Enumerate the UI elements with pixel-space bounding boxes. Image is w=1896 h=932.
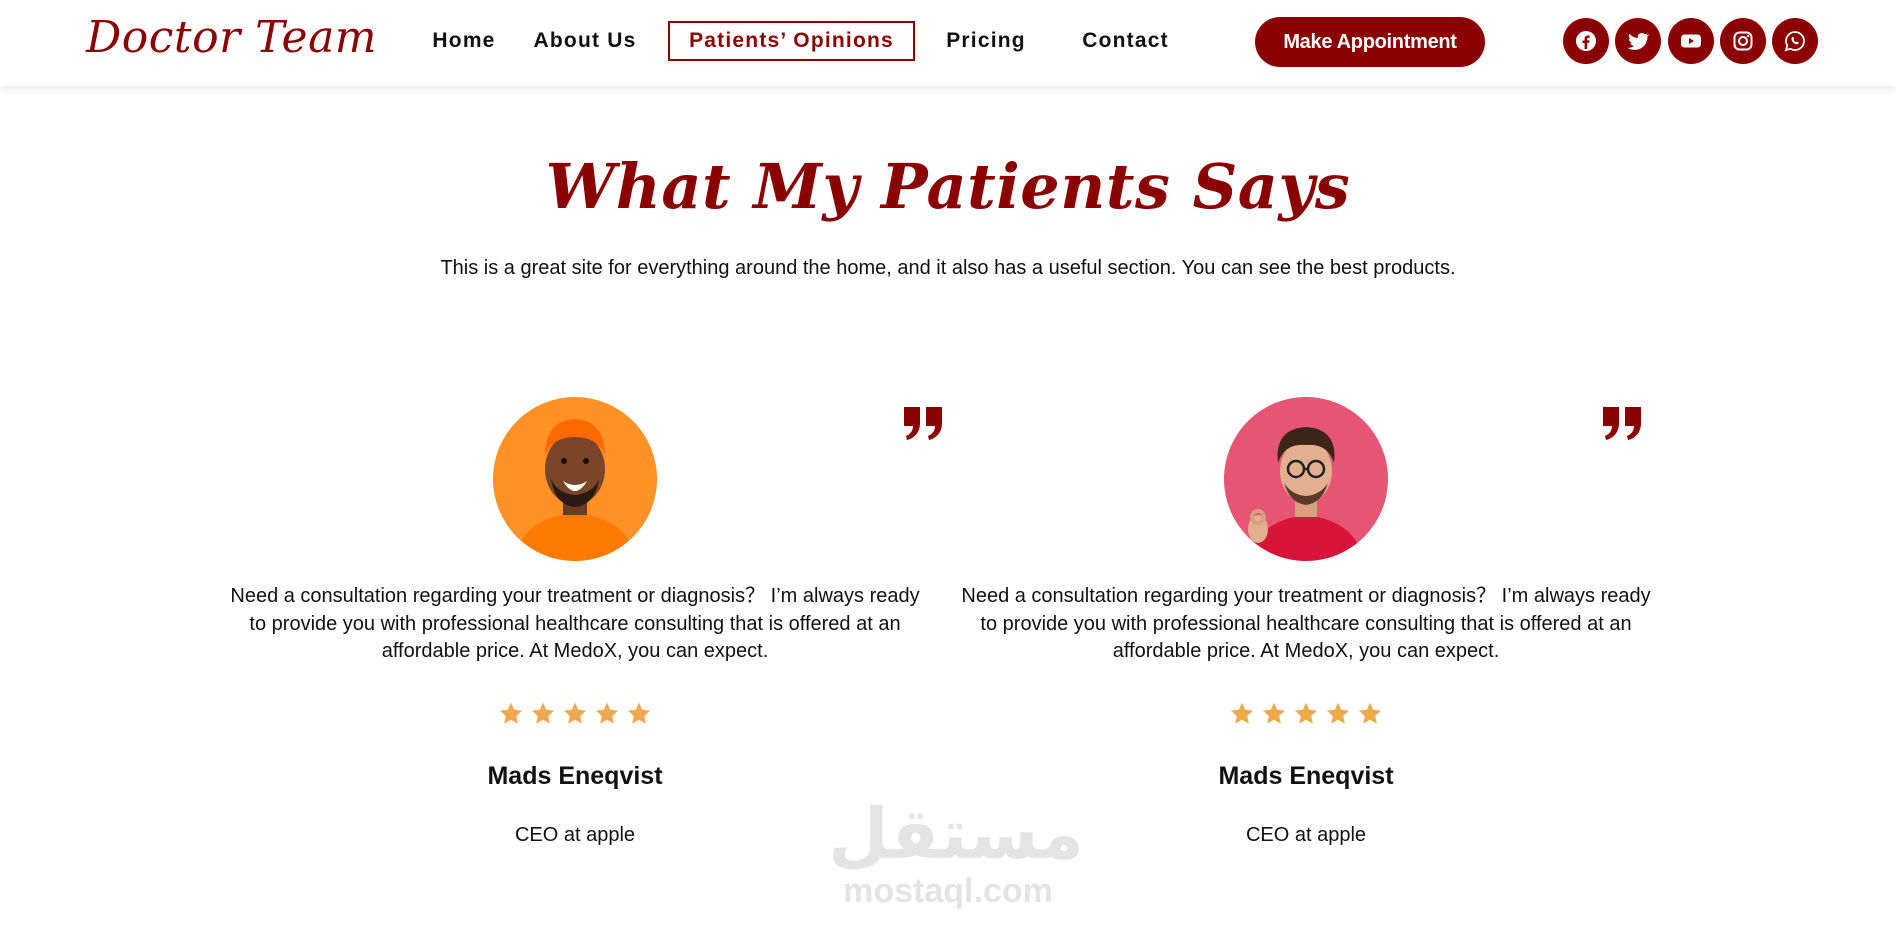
nav-item-about-us[interactable]: About Us: [532, 21, 638, 61]
patient-role: CEO at apple: [514, 824, 636, 846]
star-icon: [1358, 702, 1382, 724]
watermark-latin: mostaql.com: [843, 872, 1053, 910]
avatar: [1224, 397, 1388, 561]
instagram-icon[interactable]: [1720, 18, 1766, 64]
youtube-icon[interactable]: [1668, 18, 1714, 64]
main-nav: Home About Us Patients’ Opinions Pricing…: [0, 0, 1896, 86]
star-icon: [1230, 702, 1254, 724]
star-icon: [595, 702, 619, 724]
testimonial-text: Need a consultation regarding your treat…: [961, 585, 1651, 662]
patient-name: Mads Eneqvist: [487, 762, 663, 790]
testimonial-card: Need a consultation regarding your treat…: [230, 395, 942, 875]
rating-stars: [230, 701, 920, 727]
facebook-icon[interactable]: [1563, 18, 1609, 64]
avatar: [493, 397, 657, 561]
star-icon: [1262, 702, 1286, 724]
whatsapp-icon[interactable]: [1772, 18, 1818, 64]
testimonial-text: Need a consultation regarding your treat…: [230, 585, 920, 662]
star-icon: [563, 702, 587, 724]
twitter-icon[interactable]: [1615, 18, 1661, 64]
nav-item-pricing[interactable]: Pricing: [940, 21, 1032, 61]
patient-name: Mads Eneqvist: [1218, 762, 1394, 790]
star-icon: [499, 702, 523, 724]
star-icon: [627, 702, 651, 724]
section-subtitle: This is a great site for everything arou…: [440, 257, 1456, 279]
nav-item-home[interactable]: Home: [415, 21, 513, 61]
nav-item-contact[interactable]: Contact: [1078, 21, 1173, 61]
rating-stars: [961, 701, 1651, 727]
quote-icon: [904, 407, 942, 440]
star-icon: [1294, 702, 1318, 724]
quote-icon: [1603, 407, 1641, 440]
star-icon: [1326, 702, 1350, 724]
make-appointment-button[interactable]: Make Appointment: [1255, 17, 1485, 67]
section-title: What My Patients Says: [545, 150, 1351, 223]
star-icon: [531, 702, 555, 724]
site-header: Doctor Team Home About Us Patients’ Opin…: [0, 0, 1896, 86]
nav-item-patients-opinions[interactable]: Patients’ Opinions: [668, 21, 915, 61]
watermark-arabic: مستقل: [828, 793, 1085, 875]
